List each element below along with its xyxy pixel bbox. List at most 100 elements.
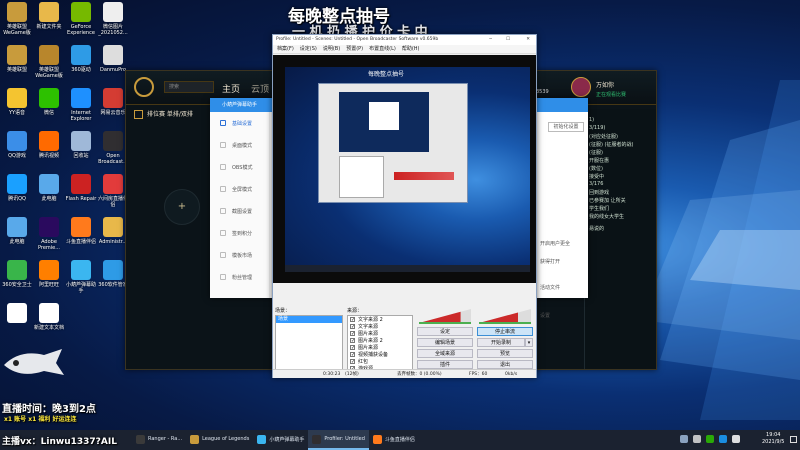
desktop-icon-douyu[interactable]: 斗鱼直播伴侣 [64,217,98,245]
taskbar-item[interactable]: 小葫芦弹幕助手 [253,430,308,450]
desktop-icon-recycle-bin[interactable]: 回收站 [64,131,98,159]
taskbar-item[interactable]: Profiler: Untitled [308,430,369,450]
network-icon[interactable] [680,435,688,443]
obs-global-sources-button[interactable]: 全域来源 [417,349,473,358]
desktop-icon-tencent-video[interactable]: 腾讯视频 [32,131,66,159]
obs-sources-list[interactable]: ✓文字来源 2✓文字来源✓图片来源✓图片来源 2✓图片来源✓视频捕获设备✓红包✓… [347,315,413,373]
taskbar-clock[interactable]: 19:04 2021/9/5 [762,432,784,446]
qq-icon [7,174,27,194]
desktop-icon-label: 六间房直播伴侣 [97,196,128,208]
obs-menu-item[interactable]: 预置(P) [346,46,363,52]
clock-time: 19:04 [766,432,781,438]
obs-menu-item[interactable]: 帮助(H) [402,46,420,52]
obs-minimize-icon[interactable]: ─ [489,35,492,45]
obs-menu-item[interactable]: 说明(B) [323,46,340,52]
desktop-icon-computer[interactable]: 此电脑 [32,174,66,202]
desktop-icon-lol[interactable]: 英雄联盟WeGame版 [0,2,34,36]
taskbar-item[interactable]: 斗鱼直播伴侣 [369,430,419,450]
desktop-icon-qq[interactable]: 腾讯QQ [0,174,34,202]
xiaohulu-menu-item[interactable]: 全屏模式 [210,178,269,200]
checkbox-icon[interactable]: ✓ [350,345,355,351]
obs-maximize-icon[interactable]: ☐ [506,35,510,45]
desktop-icon-text-file[interactable]: 新建文本文档 [32,303,66,331]
desktop-icon-xiaohulu[interactable]: 小葫芦弹幕助手 [64,260,98,294]
lol-mode-bar[interactable]: 排位赛 单排/双排 [134,109,214,121]
volume-icon[interactable] [693,435,701,443]
obs-stop-stream-button[interactable]: 停止串流 [477,327,533,336]
xiaohulu-menu-item[interactable]: 基础设置 [210,112,269,134]
taskbar-item[interactable]: Ranger - Ra... [132,430,186,450]
menu-item-icon [220,208,226,214]
desktop-icon-computer[interactable]: 此电脑 [0,217,34,245]
xiaohulu-menu-item[interactable]: 截图设置 [210,200,269,222]
obs-source-item[interactable]: ✓ 视频捕获设备 [348,351,412,358]
desktop-icon-folder[interactable]: 新建文件夹 [32,2,66,30]
desktop-icon-360-security[interactable]: 360安全卫士 [0,260,34,288]
obs-settings-button[interactable]: 设定 [417,327,473,336]
desktop-icon-aliwangwang[interactable]: 阿里旺旺 [32,260,66,288]
desktop-icon-flash-repair[interactable]: Flash Repair [64,174,98,202]
obs-source-item[interactable]: ✓ 图片来源 [348,330,412,337]
desktop-icon-lol[interactable]: 英雄联盟WeGame版 [32,45,66,79]
obs-menu-item[interactable]: 设定(S) [300,46,317,52]
lol-add-slot[interactable]: + [164,189,200,225]
lol-chat-panel[interactable]: 1) 3/119) (对应处征服) (征服) (征服者的战) (征服) 开服在惠 (数位) 接… [584,109,656,369]
nvidia-icon [71,2,91,22]
checkbox-icon[interactable]: ✓ [350,338,355,344]
desktop-icon-wechat[interactable]: 微信 [32,88,66,116]
notification-icon[interactable] [790,436,797,443]
lol-nav-cloud[interactable]: 云顶 [251,82,269,95]
obs-record-dropdown-icon[interactable]: ▾ [525,338,533,347]
checkbox-icon[interactable]: ✓ [350,331,355,337]
obs-exit-button[interactable]: 退出 [477,360,533,369]
obs-source-item[interactable]: ✓ 文字来源 2 [348,316,412,323]
lol-logo-icon[interactable] [134,77,154,97]
obs-menu-item[interactable]: 布置直线(L) [369,46,396,52]
xiaohulu-menu-item[interactable]: 桌面模式 [210,134,269,156]
obs-scenes-list[interactable]: 场景 [275,315,343,373]
taskbar-item[interactable]: League of Legends [186,430,253,450]
obs-window[interactable]: Profile: Untitled - Scenes: Untitled - O… [272,34,537,378]
desktop-icon-yy[interactable]: YY语音 [0,88,34,116]
obs-edit-scene-button[interactable]: 编辑场景 [417,338,473,347]
obs-source-item[interactable]: ✓ 图片来源 [348,344,412,351]
obs-plugins-button[interactable]: 插件 [417,360,473,369]
xiaohulu-menu-item[interactable]: OBS模式 [210,156,269,178]
lol-player-avatar[interactable] [571,77,591,97]
qq-tray-icon[interactable] [719,435,727,443]
xiaohulu-right-btn2[interactable]: 设置 [540,312,550,319]
xiaohulu-menu-item[interactable]: 粉丝管理 [210,266,269,288]
desktop-icon-image-file[interactable]: 微信图片_2021052... [96,2,130,36]
ime-icon[interactable] [732,435,740,443]
checkbox-icon[interactable]: ✓ [350,352,355,358]
obs-audio-meter-desktop[interactable] [477,305,533,325]
desktop-icon-douyu-logo[interactable] [0,303,34,325]
xiaohulu-menu-item[interactable]: 签到积分 [210,222,269,244]
xiaohulu-menu-item[interactable]: 模板市场 [210,244,269,266]
obs-preview-button[interactable]: 预览 [477,349,533,358]
lol-search-box[interactable]: 搜索 [164,81,214,93]
obs-scene-item[interactable]: 场景 [276,316,342,323]
desktop-icon-ie[interactable]: Internet Explorer [64,88,98,122]
desktop-icon-lol[interactable]: 英雄联盟 [0,45,34,73]
obs-source-item[interactable]: ✓ 图片来源 2 [348,337,412,344]
xiaohulu-right-btn1[interactable]: 初始化设置 [548,122,584,132]
lol-nav-home[interactable]: 主页 [222,82,240,95]
obs-start-record-button[interactable]: 开始录制 [477,338,525,347]
checkbox-icon[interactable]: ✓ [350,317,355,323]
obs-menu-item[interactable]: 档案(F) [277,46,294,52]
lol-mode-label: 排位赛 单排/双排 [147,111,193,118]
obs-source-item[interactable]: ✓ 文字来源 [348,323,412,330]
desktop-icon-danmu[interactable]: DanmuPro [96,45,130,73]
checkbox-icon[interactable]: ✓ [350,324,355,330]
obs-close-icon[interactable]: ✕ [526,35,530,45]
desktop-icon-premiere[interactable]: Adobe Premie... [32,217,66,251]
desktop-icon-driver[interactable]: 360驱动 [64,45,98,73]
checkbox-icon[interactable]: ✓ [350,359,355,365]
desktop-icon-qqgame[interactable]: QQ游戏 [0,131,34,159]
obs-audio-meter-mic[interactable] [417,305,473,325]
obs-source-item[interactable]: ✓ 红包 [348,358,412,365]
obs-preview[interactable]: 每晚整点抽号 [273,55,536,283]
wechat-tray-icon[interactable] [706,435,714,443]
desktop-icon-nvidia[interactable]: GeForce Experience [64,2,98,36]
